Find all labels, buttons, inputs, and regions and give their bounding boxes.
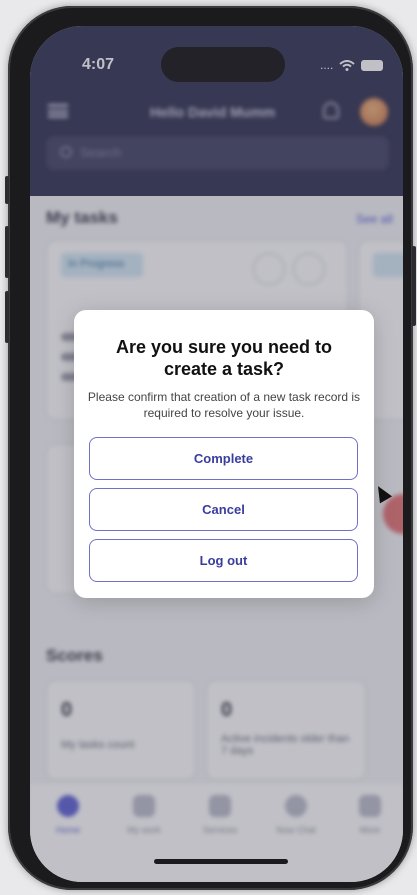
dialog-message: Please confirm that creation of a new ta… xyxy=(87,390,361,420)
volume-down-button xyxy=(5,291,9,343)
home-indicator[interactable] xyxy=(154,859,288,864)
volume-up-button xyxy=(5,226,9,278)
cancel-button[interactable]: Cancel xyxy=(89,488,358,531)
phone-screen: 4:07 .... Hello David Mumm Search My tas… xyxy=(30,26,403,882)
dialog-title: Are you sure you need to create a task? xyxy=(115,337,333,379)
complete-button[interactable]: Complete xyxy=(89,437,358,480)
phone-frame: 4:07 .... Hello David Mumm Search My tas… xyxy=(5,6,416,890)
confirm-dialog: Are you sure you need to create a task? … xyxy=(74,310,374,598)
logout-button[interactable]: Log out xyxy=(89,539,358,582)
power-button xyxy=(412,246,416,326)
action-button xyxy=(5,176,9,204)
